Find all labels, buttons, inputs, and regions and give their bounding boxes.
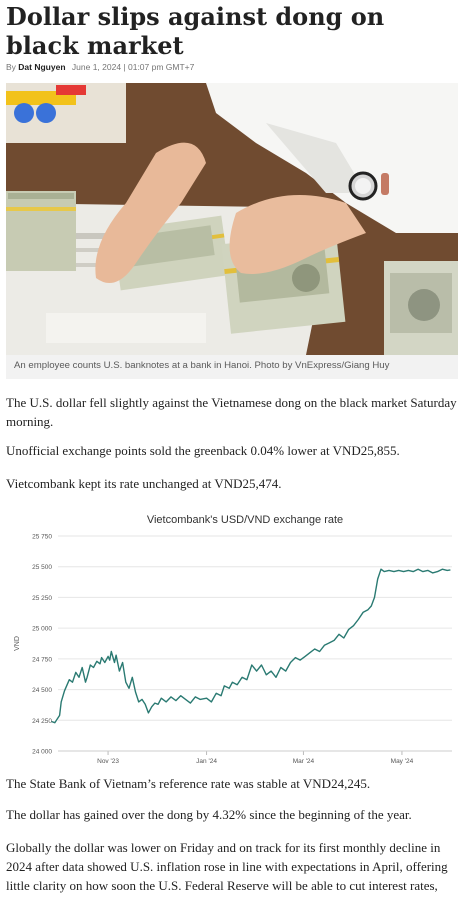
- y-tick-label: 25 000: [32, 626, 52, 633]
- y-tick-label: 24 250: [32, 718, 52, 725]
- series-line: [51, 568, 451, 724]
- y-tick-label: 25 500: [32, 564, 52, 571]
- y-axis-label: VND: [14, 636, 21, 651]
- x-tick-label: May '24: [391, 758, 414, 765]
- paragraph-5: The dollar has gained over the dong by 4…: [6, 807, 412, 822]
- paragraph-2: Unofficial exchange points sold the gree…: [6, 443, 400, 458]
- exchange-rate-chart: Vietcombank's USD/VND exchange rate 24 00…: [6, 506, 458, 768]
- article-page: Dollar slips against dong on black marke…: [0, 0, 474, 898]
- chart-title: Vietcombank's USD/VND exchange rate: [147, 514, 343, 526]
- paragraph-4: The State Bank of Vietnam’s reference ra…: [6, 776, 371, 791]
- banknotes-photo-illustration: [6, 83, 458, 355]
- author-link[interactable]: Dat Nguyen: [18, 62, 65, 72]
- y-tick-label: 24 500: [32, 687, 52, 694]
- chart-canvas: Vietcombank's USD/VND exchange rate 24 00…: [14, 514, 452, 765]
- photo-caption: An employee counts U.S. banknotes at a b…: [6, 355, 458, 379]
- article-headline: Dollar slips against dong on black marke…: [6, 2, 385, 60]
- paragraph-6: Globally the dollar was lower on Friday …: [6, 840, 448, 893]
- byline: By Dat Nguyen June 1, 2024 | 01:07 pm GM…: [6, 62, 194, 72]
- y-tick-label: 25 250: [32, 595, 52, 602]
- x-tick-label: Nov '23: [97, 758, 119, 765]
- x-tick-label: Mar '24: [293, 758, 315, 765]
- x-tick-label: Jan '24: [196, 758, 217, 765]
- y-tick-label: 24 000: [32, 749, 52, 756]
- paragraph-1: The U.S. dollar fell slightly against th…: [6, 395, 457, 429]
- paragraph-3: Vietcombank kept its rate unchanged at V…: [6, 476, 282, 491]
- article-photo: [6, 83, 458, 355]
- publish-date: June 1, 2024 | 01:07 pm GMT+7: [71, 62, 195, 72]
- by-prefix: By: [6, 62, 16, 72]
- y-tick-label: 24 750: [32, 656, 52, 663]
- y-tick-label: 25 750: [32, 534, 52, 541]
